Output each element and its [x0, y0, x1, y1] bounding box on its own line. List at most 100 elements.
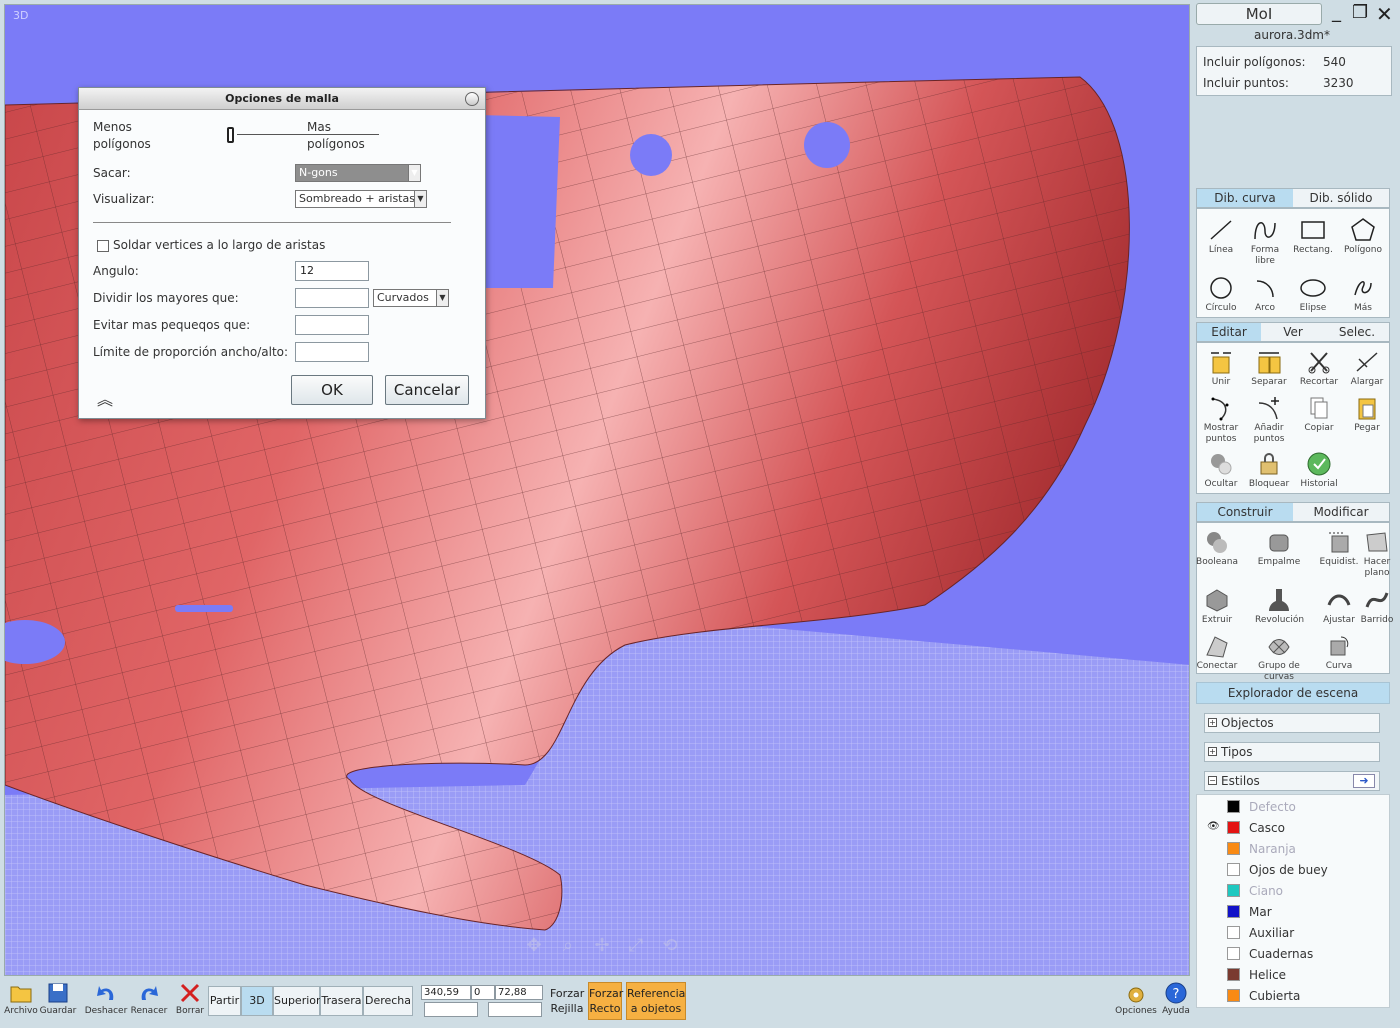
- style-swatch[interactable]: [1227, 989, 1240, 1002]
- style-swatch[interactable]: [1227, 968, 1240, 981]
- style-swatch[interactable]: [1227, 947, 1240, 960]
- tool-show-points[interactable]: Mostrar puntos: [1197, 395, 1245, 445]
- style-swatch[interactable]: [1227, 821, 1240, 834]
- undo-button[interactable]: Deshacer: [84, 980, 128, 1016]
- style-row-casco[interactable]: 👁 Casco: [1197, 818, 1391, 839]
- style-swatch[interactable]: [1227, 905, 1240, 918]
- coord-y-field[interactable]: 0: [471, 985, 495, 1000]
- style-swatch[interactable]: [1227, 800, 1240, 813]
- tab-select[interactable]: Selec.: [1325, 323, 1389, 341]
- style-swatch[interactable]: [1227, 926, 1240, 939]
- tool-paste[interactable]: Pegar: [1343, 395, 1391, 434]
- tool-boolean[interactable]: Booleana: [1193, 529, 1241, 568]
- tool-add-points[interactable]: Añadir puntos: [1245, 395, 1293, 445]
- view-3d-button[interactable]: 3D: [241, 986, 273, 1016]
- tool-extrude[interactable]: Extruir: [1193, 587, 1241, 626]
- tool-lock[interactable]: Bloquear: [1245, 451, 1293, 490]
- tool-polygon[interactable]: Polígono: [1339, 217, 1387, 256]
- angle-field[interactable]: [488, 1002, 542, 1017]
- collapse-icon[interactable]: ︽: [97, 386, 113, 410]
- divide-mode-select[interactable]: Curvados ▼: [373, 289, 449, 307]
- section-types[interactable]: + Tipos: [1204, 742, 1380, 762]
- view-split-button[interactable]: Partir: [208, 986, 241, 1016]
- tool-sweep[interactable]: Barrido: [1353, 587, 1400, 626]
- tool-extend[interactable]: Alargar: [1343, 349, 1391, 388]
- dialog-close-button[interactable]: [465, 92, 479, 106]
- weld-checkbox[interactable]: [97, 240, 109, 252]
- tab-draw-solid[interactable]: Dib. sólido: [1293, 189, 1389, 207]
- tab-modify[interactable]: Modificar: [1293, 503, 1389, 521]
- eye-icon[interactable]: 👁: [1207, 821, 1220, 832]
- tool-join[interactable]: Unir: [1197, 349, 1245, 388]
- tool-network[interactable]: Grupo de curvas: [1255, 633, 1303, 683]
- style-swatch[interactable]: [1227, 884, 1240, 897]
- dialog-titlebar[interactable]: Opciones de malla: [79, 88, 485, 110]
- tool-arc[interactable]: Arco: [1241, 275, 1289, 314]
- style-row-ojos-de-buey[interactable]: Ojos de buey: [1197, 860, 1391, 881]
- style-swatch[interactable]: [1227, 863, 1240, 876]
- tool-fillet[interactable]: Empalme: [1255, 529, 1303, 568]
- section-objects[interactable]: + Objectos: [1204, 713, 1380, 733]
- tool-more[interactable]: Más: [1339, 275, 1387, 314]
- reset-icon[interactable]: ⟲: [659, 935, 681, 957]
- options-button[interactable]: Opciones: [1114, 980, 1158, 1016]
- ok-button[interactable]: OK: [291, 375, 373, 405]
- view-nav-controls[interactable]: ✥ ⌕ ✢ ⤢ ⟲: [523, 935, 683, 975]
- object-snap-toggle[interactable]: Referencia a objetos: [626, 982, 686, 1020]
- style-row-cuadernas[interactable]: Cuadernas: [1197, 944, 1391, 965]
- density-slider-thumb[interactable]: [227, 127, 234, 143]
- grid-snap-toggle[interactable]: Forzar Rejilla: [550, 986, 584, 1016]
- view-top-button[interactable]: Superior: [273, 986, 321, 1016]
- straight-snap-toggle[interactable]: Forzar Recto: [588, 982, 623, 1020]
- divide-input[interactable]: [295, 288, 369, 308]
- style-row-naranja[interactable]: Naranja: [1197, 839, 1391, 860]
- tool-curve[interactable]: Curva: [1315, 633, 1363, 672]
- close-icon[interactable]: ✕: [1376, 2, 1393, 26]
- section-styles[interactable]: − Estilos ➜: [1204, 771, 1380, 791]
- scene-explorer-header[interactable]: Explorador de escena: [1196, 682, 1390, 704]
- rotate-icon[interactable]: ✢: [591, 935, 613, 957]
- style-row-ciano[interactable]: Ciano: [1197, 881, 1391, 902]
- style-row-defecto[interactable]: Defecto: [1197, 797, 1391, 818]
- style-row-auxiliar[interactable]: Auxiliar: [1197, 923, 1391, 944]
- maximize-icon[interactable]: ❐: [1352, 2, 1368, 23]
- tool-copy[interactable]: Copiar: [1295, 395, 1343, 434]
- tool-ellipse[interactable]: Elipse: [1289, 275, 1337, 314]
- output-select[interactable]: N-gons ▼: [295, 164, 421, 182]
- tool-circle[interactable]: Círculo: [1197, 275, 1245, 314]
- display-select[interactable]: Sombreado + aristas ▼: [295, 190, 427, 208]
- style-row-mar[interactable]: Mar: [1197, 902, 1391, 923]
- coord-z-field[interactable]: 72,88: [495, 985, 543, 1000]
- zoom-icon[interactable]: ⌕: [557, 935, 579, 957]
- tool-rectangle[interactable]: Rectang.: [1289, 217, 1337, 256]
- tool-hide[interactable]: Ocultar: [1197, 451, 1245, 490]
- ratio-input[interactable]: [295, 342, 369, 362]
- view-back-button[interactable]: Trasera: [320, 986, 363, 1016]
- coord-x-field[interactable]: 340,59: [421, 985, 471, 1000]
- delete-button[interactable]: Borrar: [174, 980, 206, 1016]
- tool-freeform[interactable]: Forma libre: [1241, 217, 1289, 267]
- style-row-cubierta[interactable]: Cubierta: [1197, 986, 1391, 1007]
- collapse-icon[interactable]: −: [1208, 776, 1217, 785]
- density-slider-track[interactable]: [237, 134, 379, 135]
- arrow-right-icon[interactable]: ➜: [1353, 774, 1375, 788]
- tool-separate[interactable]: Separar: [1245, 349, 1293, 388]
- view-right-button[interactable]: Derecha: [363, 986, 413, 1016]
- pan-icon[interactable]: ✥: [523, 935, 545, 957]
- fit-icon[interactable]: ⤢: [625, 935, 647, 957]
- save-button[interactable]: Guardar: [38, 980, 78, 1016]
- tool-planar[interactable]: Hacer plano: [1353, 529, 1400, 579]
- tab-construct[interactable]: Construir: [1197, 503, 1293, 521]
- cancel-button[interactable]: Cancelar: [385, 375, 469, 405]
- style-swatch[interactable]: [1227, 842, 1240, 855]
- tool-trim[interactable]: Recortar: [1295, 349, 1343, 388]
- avoid-input[interactable]: [295, 315, 369, 335]
- tool-history[interactable]: Historial: [1295, 451, 1343, 490]
- tab-edit[interactable]: Editar: [1197, 323, 1261, 341]
- file-button[interactable]: Archivo: [2, 980, 40, 1016]
- help-button[interactable]: ? Ayuda: [1158, 980, 1194, 1016]
- redo-button[interactable]: Renacer: [128, 980, 170, 1016]
- expand-icon[interactable]: +: [1208, 747, 1217, 756]
- tab-draw-curve[interactable]: Dib. curva: [1197, 189, 1293, 207]
- tool-revolve[interactable]: Revolución: [1255, 587, 1304, 626]
